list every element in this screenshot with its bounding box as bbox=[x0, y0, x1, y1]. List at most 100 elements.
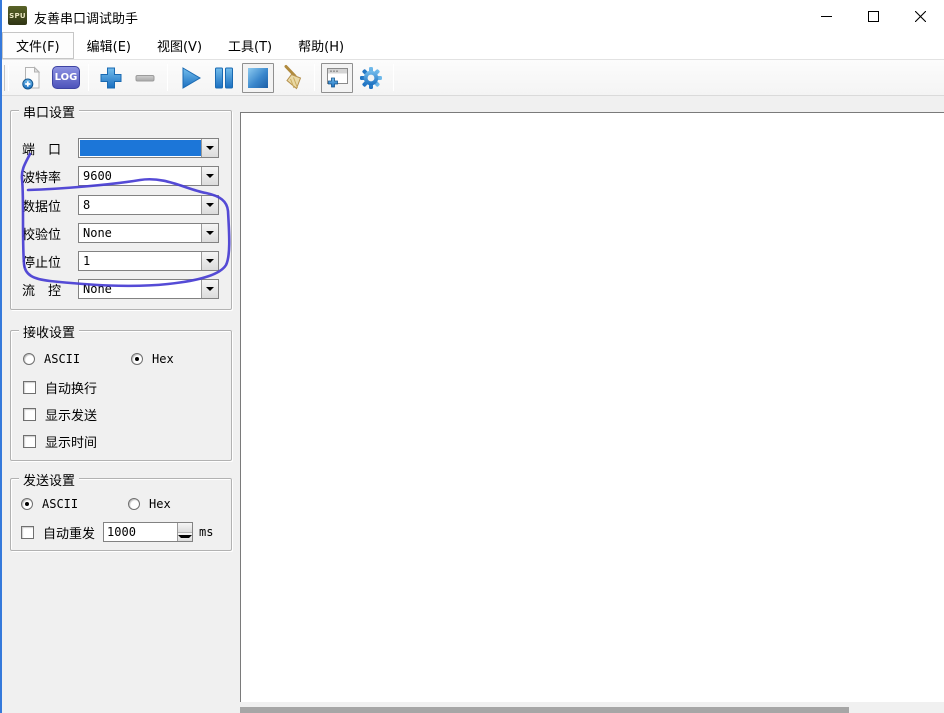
receive-display[interactable] bbox=[240, 112, 944, 702]
spin-down-button[interactable] bbox=[178, 533, 192, 542]
flowcontrol-label: 流 控 bbox=[22, 280, 78, 299]
toolbar-separator bbox=[88, 64, 89, 91]
close-button[interactable] bbox=[897, 0, 944, 32]
menu-help[interactable]: 帮助(H) bbox=[285, 32, 357, 59]
pause-icon bbox=[211, 65, 237, 91]
toolbar-separator bbox=[167, 64, 168, 91]
chevron-down-icon bbox=[206, 231, 214, 235]
flowcontrol-value: None bbox=[79, 282, 201, 296]
toolbar-separator bbox=[393, 64, 394, 91]
auto-resend-checkbox[interactable] bbox=[21, 526, 34, 539]
stopbits-value: 1 bbox=[79, 254, 201, 268]
window-controls bbox=[803, 0, 944, 32]
send-settings-group: 发送设置 ASCII Hex 自动重发 ms bbox=[10, 478, 232, 551]
remove-connection-button[interactable] bbox=[129, 63, 161, 93]
stop-button[interactable] bbox=[242, 63, 274, 93]
new-file-icon bbox=[19, 65, 45, 91]
stopbits-combobox[interactable]: 1 bbox=[78, 251, 219, 271]
toolbar-grip-handle[interactable] bbox=[4, 65, 9, 91]
parity-dropdown-button[interactable] bbox=[201, 224, 218, 242]
chevron-down-icon bbox=[206, 259, 214, 263]
auto-newline-label: 自动换行 bbox=[45, 378, 97, 397]
spin-up-button[interactable] bbox=[178, 523, 192, 533]
auto-newline-checkbox[interactable]: 自动换行 bbox=[23, 378, 97, 397]
databits-label: 数据位 bbox=[22, 196, 78, 215]
menu-edit[interactable]: 编辑(E) bbox=[74, 32, 144, 59]
chevron-down-icon bbox=[206, 174, 214, 178]
auto-resend-row: 自动重发 ms bbox=[21, 522, 213, 542]
recv-hex-label: Hex bbox=[152, 352, 174, 366]
flowcontrol-combobox[interactable]: None bbox=[78, 279, 219, 299]
radio-selected-icon bbox=[21, 498, 33, 510]
chevron-down-icon bbox=[206, 146, 214, 150]
databits-dropdown-button[interactable] bbox=[201, 196, 218, 214]
menu-file[interactable]: 文件(F) bbox=[2, 32, 74, 59]
clear-button[interactable] bbox=[276, 63, 308, 93]
app-icon-label: SPU bbox=[9, 12, 26, 20]
recv-hex-radio[interactable]: Hex bbox=[131, 352, 174, 366]
port-combobox[interactable] bbox=[78, 138, 219, 158]
flowcontrol-dropdown-button[interactable] bbox=[201, 280, 218, 298]
send-hex-radio[interactable]: Hex bbox=[128, 497, 171, 511]
parity-value: None bbox=[79, 226, 201, 240]
stopbits-label: 停止位 bbox=[22, 252, 78, 271]
serial-settings-title: 串口设置 bbox=[19, 102, 79, 121]
log-icon: LOG bbox=[52, 66, 80, 89]
add-connection-button[interactable] bbox=[95, 63, 127, 93]
menu-tools[interactable]: 工具(T) bbox=[215, 32, 285, 59]
minimize-icon bbox=[821, 11, 832, 22]
show-time-label: 显示时间 bbox=[45, 432, 97, 451]
databits-combobox[interactable]: 8 bbox=[78, 195, 219, 215]
window-title: 友善串口调试助手 bbox=[34, 8, 138, 27]
parity-label: 校验位 bbox=[22, 224, 78, 243]
send-settings-title: 发送设置 bbox=[19, 470, 79, 489]
menu-bar: 文件(F) 编辑(E) 视图(V) 工具(T) 帮助(H) bbox=[2, 32, 944, 60]
start-button[interactable] bbox=[174, 63, 206, 93]
maximize-button[interactable] bbox=[850, 0, 897, 32]
settings-button[interactable] bbox=[355, 63, 387, 93]
checkbox-icon bbox=[23, 408, 36, 421]
baudrate-combobox[interactable]: 9600 bbox=[78, 166, 219, 186]
radio-selected-icon bbox=[131, 353, 143, 365]
minimize-button[interactable] bbox=[803, 0, 850, 32]
resend-interval-spinbox[interactable] bbox=[103, 522, 193, 542]
pause-button[interactable] bbox=[208, 63, 240, 93]
parity-combobox[interactable]: None bbox=[78, 223, 219, 243]
menu-view[interactable]: 视图(V) bbox=[144, 32, 215, 59]
stopbits-dropdown-button[interactable] bbox=[201, 252, 218, 270]
clear-broom-icon bbox=[278, 64, 306, 92]
toolbar-separator bbox=[314, 64, 315, 91]
resend-interval-input[interactable] bbox=[104, 523, 177, 541]
chevron-down-icon bbox=[206, 287, 214, 291]
window-accent-border bbox=[0, 0, 2, 713]
recv-ascii-label: ASCII bbox=[44, 352, 80, 366]
auto-resend-label: 自动重发 bbox=[43, 523, 95, 542]
remove-icon bbox=[132, 65, 158, 91]
chevron-down-icon bbox=[178, 535, 192, 538]
toolbar: LOG bbox=[2, 60, 944, 96]
port-label: 端 口 bbox=[22, 139, 78, 158]
recv-ascii-radio[interactable]: ASCII bbox=[23, 352, 80, 366]
add-icon bbox=[98, 65, 124, 91]
serial-settings-group: 串口设置 端 口 波特率 9600 数据位 8 bbox=[10, 110, 232, 310]
horizontal-scrollbar[interactable] bbox=[240, 707, 849, 713]
show-time-checkbox[interactable]: 显示时间 bbox=[23, 432, 97, 451]
radio-icon bbox=[23, 353, 35, 365]
new-window-button[interactable] bbox=[321, 63, 353, 93]
show-send-label: 显示发送 bbox=[45, 405, 97, 424]
settings-gear-icon bbox=[358, 65, 384, 91]
show-send-checkbox[interactable]: 显示发送 bbox=[23, 405, 97, 424]
title-bar: SPU 友善串口调试助手 bbox=[0, 0, 944, 32]
send-ascii-label: ASCII bbox=[42, 497, 78, 511]
new-file-button[interactable] bbox=[16, 63, 48, 93]
log-button[interactable]: LOG bbox=[50, 63, 82, 93]
baudrate-dropdown-button[interactable] bbox=[201, 167, 218, 185]
app-window: SPU 友善串口调试助手 文件(F) 编辑(E) 视图(V) 工具(T) 帮助(… bbox=[0, 0, 944, 713]
port-dropdown-button[interactable] bbox=[201, 139, 218, 157]
content-area: 串口设置 端 口 波特率 9600 数据位 8 bbox=[0, 96, 944, 713]
receive-settings-title: 接收设置 bbox=[19, 322, 79, 341]
close-icon bbox=[915, 11, 926, 22]
databits-value: 8 bbox=[79, 198, 201, 212]
send-ascii-radio[interactable]: ASCII bbox=[21, 497, 78, 511]
maximize-icon bbox=[868, 11, 879, 22]
